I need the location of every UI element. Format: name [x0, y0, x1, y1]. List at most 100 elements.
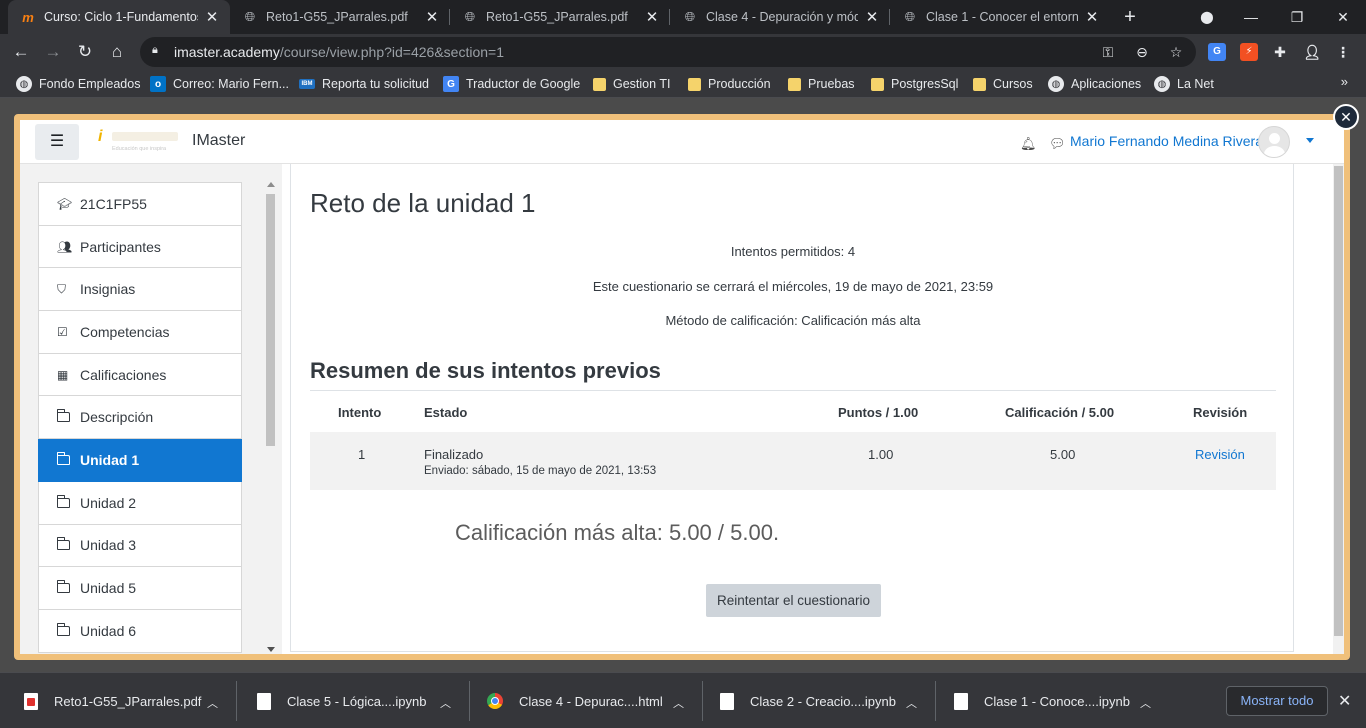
download-item[interactable]: Clase 2 - Creacio....ipynb ︿ [720, 673, 930, 728]
folder-icon [593, 77, 606, 91]
review-link[interactable]: Revisión [1195, 447, 1245, 462]
close-icon[interactable]: ✕ [1338, 691, 1351, 711]
bookmark-correo[interactable]: o Correo: Mario Fern... [150, 75, 289, 93]
close-icon[interactable]: ✕ [204, 8, 220, 26]
profile-icon[interactable]: 👤︎ [1303, 43, 1321, 61]
file-icon [954, 692, 968, 710]
site-name[interactable]: IMaster [192, 132, 245, 150]
extension-icon[interactable]: ⚡ [1240, 43, 1258, 61]
bookmark-produccion[interactable]: Producción [688, 75, 771, 93]
drawer-scrollbar[interactable] [264, 182, 276, 652]
key-icon[interactable]: ⚿ [1098, 42, 1118, 62]
chevron-up-icon[interactable]: ︿ [1140, 695, 1151, 711]
translate-icon: G [443, 76, 459, 92]
download-item[interactable]: Clase 4 - Depurac....html ︿ [487, 673, 697, 728]
nav-item-unidad-3[interactable]: Unidad 3 [38, 524, 242, 568]
nav-item-insignias[interactable]: ⛉ Insignias [38, 268, 242, 312]
user-menu-name[interactable]: Mario Fernando Medina Rivera [1070, 133, 1263, 149]
download-item[interactable]: Clase 5 - Lógica....ipynb ︿ [257, 673, 467, 728]
close-icon[interactable]: ✕ [864, 8, 880, 26]
star-icon[interactable]: ☆ [1166, 42, 1186, 62]
download-item[interactable]: Reto1-G55_JParrales.pdf ︿ [24, 673, 234, 728]
nav-item-calificaciones[interactable]: ▦ Calificaciones [38, 353, 242, 397]
close-icon[interactable]: ✕ [1333, 104, 1359, 130]
close-icon[interactable]: ✕ [1084, 8, 1100, 26]
nav-item-unidad-1[interactable]: Unidad 1 [38, 439, 242, 482]
globe-icon: ◍ [16, 76, 32, 92]
messages-icon[interactable]: 💬︎ [1049, 136, 1066, 152]
bookmark-cursos[interactable]: Cursos [973, 75, 1033, 93]
divider [236, 681, 237, 721]
column-header-grade: Calificación / 5.00 [1005, 405, 1115, 420]
bell-icon[interactable]: 🔔︎ [1020, 136, 1037, 152]
download-item[interactable]: Clase 1 - Conoce....ipynb ︿ [954, 673, 1164, 728]
chevron-up-icon[interactable]: ︿ [906, 695, 917, 711]
address-bar[interactable]: 🔒︎ imaster.academy/course/view.php?id=42… [140, 37, 1196, 67]
tab-curso[interactable]: m Curso: Ciclo 1-Fundamentos de ✕ [8, 0, 230, 34]
chevron-up-icon[interactable]: ︿ [207, 695, 218, 711]
nav-item-course[interactable]: 🎓︎ 21C1FP55 [38, 183, 242, 226]
chevron-up-icon[interactable]: ︿ [673, 695, 684, 711]
bookmarks-overflow-button[interactable]: » [1341, 74, 1348, 89]
new-tab-button[interactable]: + [1118, 4, 1142, 30]
scrollbar-thumb[interactable] [1334, 166, 1343, 636]
tab-search-icon[interactable]: ⬤ [1184, 0, 1230, 34]
users-icon: 👥︎ [57, 239, 73, 254]
nav-item-competencias[interactable]: ☑ Competencias [38, 311, 242, 354]
forward-button[interactable]: → [40, 39, 66, 65]
site-header: ☰ i Educación que inspira IMaster 🔔︎ 💬︎ … [20, 120, 1344, 164]
bookmark-la-net[interactable]: ◍ La Net [1154, 75, 1214, 93]
shield-icon: ⛉ [57, 281, 67, 296]
tab-clase-4[interactable]: 🌐︎ Clase 4 - Depuración y módu ✕ [670, 0, 890, 34]
tab-reto1-pdf-2[interactable]: 🌐︎ Reto1-G55_JParrales.pdf ✕ [450, 0, 670, 34]
puzzle-icon[interactable]: ✚ [1271, 43, 1289, 61]
nav-item-descripcion[interactable]: Descripción [38, 396, 242, 440]
bookmark-traductor[interactable]: G Traductor de Google [443, 75, 580, 93]
site-logo[interactable]: i Educación que inspira [98, 128, 182, 156]
close-window-button[interactable]: ✕ [1320, 0, 1366, 34]
hamburger-menu-button[interactable]: ☰ [35, 124, 79, 160]
restore-button[interactable]: ❐ [1274, 0, 1320, 34]
grading-method: Método de calificación: Calificación más… [665, 313, 921, 328]
avatar[interactable] [1258, 126, 1290, 158]
lock-icon: 🔒︎ [152, 44, 158, 56]
bookmark-reporta[interactable]: IBM Reporta tu solicitud [299, 75, 429, 93]
column-header-points: Puntos / 1.00 [838, 405, 919, 420]
minimize-button[interactable]: — [1228, 0, 1274, 34]
bookmark-gestion-ti[interactable]: Gestion TI [593, 75, 670, 93]
home-button[interactable]: ⌂ [104, 39, 130, 65]
menu-icon[interactable]: ⋮ [1334, 43, 1352, 61]
back-button[interactable]: ← [8, 39, 34, 65]
chevron-up-icon[interactable]: ︿ [440, 695, 451, 711]
tab-reto1-pdf[interactable]: 🌐︎ Reto1-G55_JParrales.pdf ✕ [230, 0, 450, 34]
close-icon[interactable]: ✕ [424, 8, 440, 26]
page-scrollbar[interactable] [1333, 164, 1344, 654]
bookmark-pruebas[interactable]: Pruebas [788, 75, 855, 93]
nav-item-unidad-2[interactable]: Unidad 2 [38, 481, 242, 525]
chevron-down-icon[interactable] [1306, 138, 1314, 143]
zoom-icon[interactable]: ⊖ [1132, 42, 1152, 62]
nav-item-unidad-6[interactable]: Unidad 6 [38, 609, 242, 653]
bookmark-fondo-empleados[interactable]: ◍ Fondo Empleados [16, 75, 140, 93]
retry-quiz-button[interactable]: Reintentar el cuestionario [706, 584, 881, 617]
file-icon [257, 692, 271, 710]
bookmark-postgressql[interactable]: PostgresSql [871, 75, 958, 93]
google-translate-extension-icon[interactable]: G [1208, 43, 1226, 61]
nav-item-unidad-5[interactable]: Unidad 5 [38, 567, 242, 610]
close-date: Este cuestionario se cerrará el miércole… [592, 279, 994, 294]
show-all-downloads-button[interactable]: Mostrar todo [1226, 686, 1328, 716]
bookmark-aplicaciones[interactable]: ◍ Aplicaciones [1048, 75, 1141, 93]
scrollbar-thumb[interactable] [266, 194, 275, 446]
column-header-review: Revisión [1193, 405, 1248, 420]
scroll-up-arrow[interactable] [267, 182, 275, 187]
close-icon[interactable]: ✕ [644, 8, 660, 26]
attempt-state: Finalizado [424, 447, 484, 462]
tab-clase-1[interactable]: 🌐︎ Clase 1 - Conocer el entorno ✕ [890, 0, 1110, 34]
nav-drawer: 🎓︎ 21C1FP55 👥︎ Participantes ⛉ Insignias… [20, 164, 282, 654]
nav-item-participantes[interactable]: 👥︎ Participantes [38, 225, 242, 269]
folder-icon [56, 622, 73, 636]
reload-button[interactable]: ↻ [72, 39, 98, 65]
globe-icon: 🌐︎ [464, 9, 476, 24]
ibm-icon: IBM [299, 79, 315, 89]
scroll-down-arrow[interactable] [267, 647, 275, 652]
